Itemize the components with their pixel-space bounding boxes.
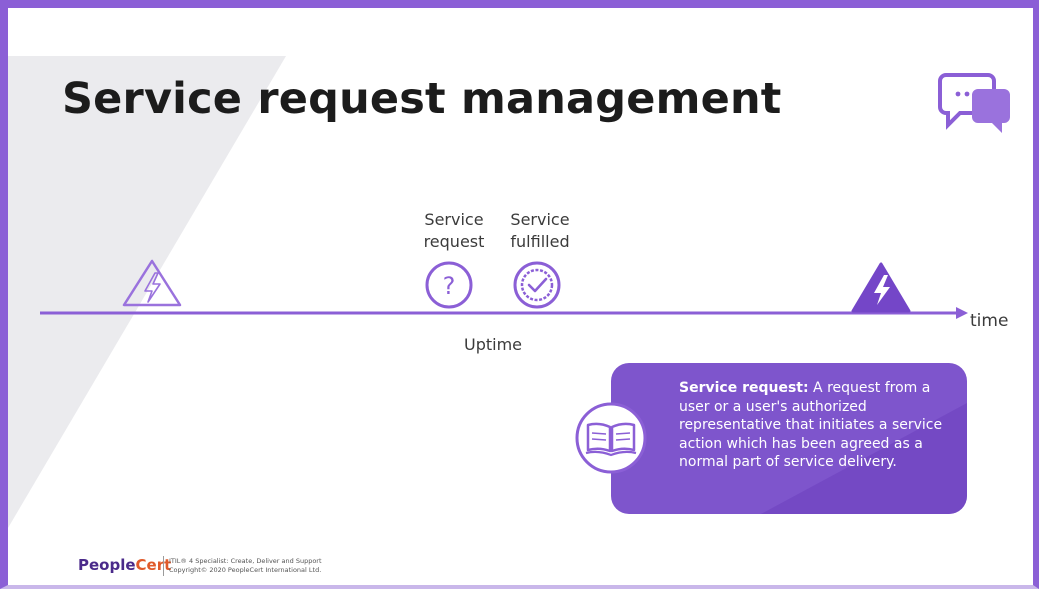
- footer-line1: ITIL® 4 Specialist: Create, Deliver and …: [169, 557, 322, 565]
- lightning-warning-outline-icon: [122, 259, 182, 307]
- uptime-label: Uptime: [463, 335, 522, 354]
- slide: Service request management Service reque…: [0, 0, 1039, 589]
- lightning-warning-filled-icon: [851, 262, 911, 313]
- timeline-axis-label: time: [970, 311, 1009, 331]
- footer-line2: Copyright© 2020 PeopleCert International…: [169, 566, 322, 574]
- footer-divider: [163, 556, 164, 576]
- check-badge-icon: [513, 261, 561, 309]
- svg-text:?: ?: [443, 272, 456, 300]
- peoplecert-logo: PeopleCert: [78, 556, 171, 574]
- definition-box: Service request: A request from a user o…: [611, 363, 967, 514]
- logo-part1: People: [78, 556, 136, 574]
- definition-text: Service request: A request from a user o…: [679, 379, 954, 472]
- footer-text: ITIL® 4 Specialist: Create, Deliver and …: [169, 557, 322, 575]
- timeline-arrowhead: [956, 307, 968, 319]
- logo-part2: Cert: [135, 556, 172, 574]
- question-mark-icon: ?: [425, 261, 473, 309]
- definition-term: Service request:: [679, 380, 809, 396]
- open-book-icon: [575, 402, 647, 474]
